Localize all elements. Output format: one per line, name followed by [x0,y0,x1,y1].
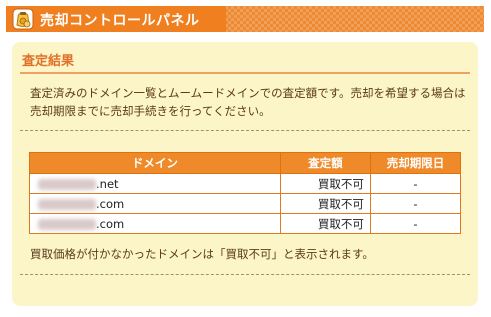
title-divider [20,72,470,74]
dotted-divider [20,130,470,131]
price-cell: 買取不可 [279,213,371,234]
table-row: .com 買取不可 - [29,193,462,214]
domain-suffix: .com [96,196,125,211]
column-header-domain: ドメイン [29,152,281,174]
header-title: 売却コントロールパネル [40,13,200,29]
deadline-cell: - [369,213,462,234]
appraisal-result-panel: 査定結果 査定済みのドメイン一覧とムームードメインでの査定額です。売却を希望する… [12,42,478,306]
price-cell: 買取不可 [279,173,371,194]
control-panel-header: 売却コントロールパネル [6,6,484,32]
redacted-domain-name [38,178,96,190]
domain-cell: .net [29,173,281,194]
price-cell: 買取不可 [279,193,371,214]
table-header-row: ドメイン 査定額 売却期限日 [29,152,462,174]
description-text: 査定済みのドメイン一覧とムームードメインでの査定額です。売却を希望する場合は売却… [30,86,466,118]
domain-appraisal-table: ドメイン 査定額 売却期限日 .net 買取不可 - .com 買取不可 - .… [29,152,462,234]
column-header-deadline: 売却期限日 [369,152,462,174]
footnote-text: 買取価格が付かなかったドメインは「買取不可」と表示されます。 [30,247,374,261]
domain-suffix: .net [96,176,119,191]
redacted-domain-name [38,198,96,210]
section-title: 査定結果 [22,54,75,69]
deadline-cell: - [369,173,462,194]
dotted-divider [20,274,470,275]
deadline-cell: - [369,193,462,214]
redacted-domain-name [38,218,96,230]
domain-cell: .com [29,193,281,214]
table-row: .net 買取不可 - [29,173,462,194]
coin-bag-icon [12,8,34,30]
domain-cell: .com [29,213,281,234]
domain-suffix: .com [96,216,125,231]
table-row: .com 買取不可 - [29,213,462,234]
column-header-price: 査定額 [279,152,371,174]
